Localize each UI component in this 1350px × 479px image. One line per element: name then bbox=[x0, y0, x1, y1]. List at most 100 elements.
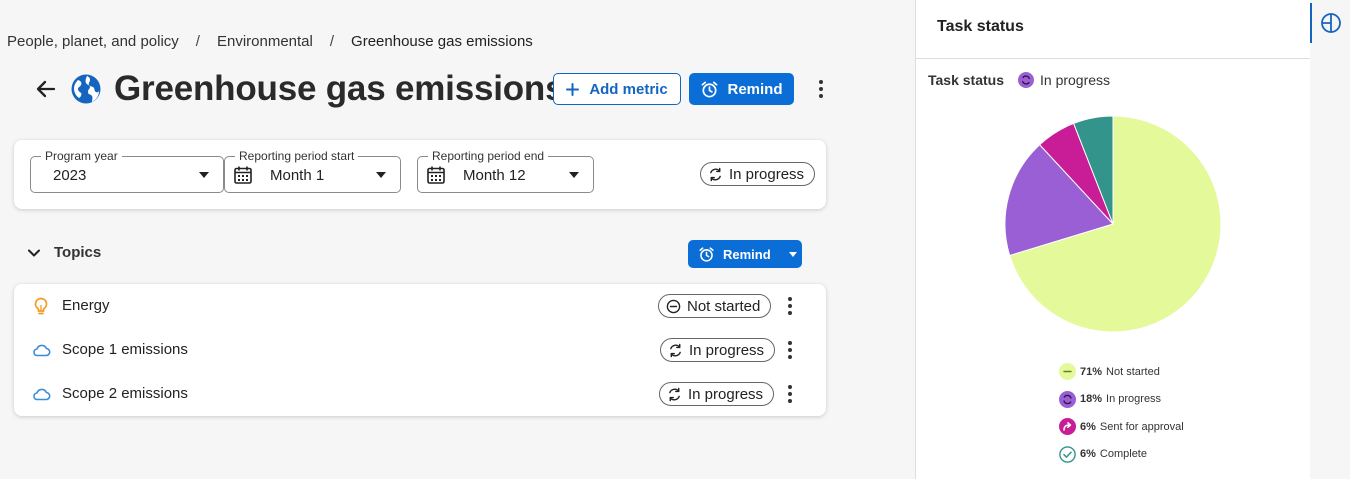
reporting-period-end-label: Reporting period end bbox=[428, 149, 549, 163]
kebab-dot bbox=[788, 355, 792, 359]
status-badge: Not started bbox=[658, 294, 772, 318]
sync-icon bbox=[670, 343, 681, 357]
caret-down-icon bbox=[376, 172, 386, 178]
globe-icon bbox=[71, 74, 101, 104]
kebab-dot bbox=[819, 80, 823, 84]
reporting-period-end-value: Month 12 bbox=[463, 167, 526, 184]
chart-legend: 71% Not started 18% In progress 6% Sent … bbox=[1059, 362, 1184, 472]
topic-more-button[interactable] bbox=[780, 292, 800, 320]
status-badge: In progress bbox=[660, 338, 776, 362]
kebab-dot bbox=[819, 94, 823, 98]
topics-toggle[interactable]: Topics bbox=[26, 244, 101, 261]
legend-item-not-started: 71% Not started bbox=[1059, 362, 1184, 381]
topic-row-scope-2-emissions[interactable]: Scope 2 emissions In progress bbox=[14, 372, 826, 416]
status-label: In progress bbox=[729, 165, 805, 183]
task-status-summary: Task status In progress bbox=[928, 72, 1110, 88]
legend-item-complete: 6% Complete bbox=[1059, 445, 1184, 464]
status-label: In progress bbox=[688, 385, 764, 403]
side-rail bbox=[1310, 0, 1350, 479]
remind-label: Remind bbox=[727, 80, 783, 98]
breadcrumb-separator: / bbox=[195, 33, 200, 50]
pie-chart-icon bbox=[1321, 13, 1341, 33]
topics-remind-label: Remind bbox=[723, 246, 771, 262]
task-status-panel-tab[interactable] bbox=[1310, 3, 1350, 43]
reporting-period-start-value: Month 1 bbox=[270, 167, 325, 184]
status-badge: In progress bbox=[659, 382, 775, 406]
chevron-down-icon bbox=[28, 249, 40, 256]
arrow-left-icon bbox=[36, 80, 56, 98]
topic-name: Scope 1 emissions bbox=[62, 341, 188, 358]
topics-remind-button[interactable]: Remind bbox=[688, 240, 802, 268]
task-status-value: In progress bbox=[1018, 72, 1110, 88]
legend-label: Sent for approval bbox=[1099, 420, 1184, 433]
legend-percent: 6% bbox=[1080, 448, 1096, 461]
program-year-select[interactable]: Program year 2023 bbox=[30, 149, 224, 193]
breadcrumb-separator: / bbox=[329, 33, 335, 50]
not-started-status-icon bbox=[1059, 363, 1076, 380]
status-label: Not started bbox=[687, 297, 761, 315]
status-label: In progress bbox=[689, 341, 765, 359]
plus-icon bbox=[566, 82, 580, 96]
main-area: People, planet, and policy / Environment… bbox=[0, 0, 914, 479]
status-badge: In progress bbox=[700, 162, 816, 186]
alarm-clock-icon bbox=[702, 81, 718, 97]
sync-icon bbox=[669, 387, 680, 401]
caret-down-icon bbox=[788, 251, 797, 257]
alarm-clock-icon bbox=[699, 246, 714, 262]
kebab-dot bbox=[788, 348, 792, 352]
topics-title: Topics bbox=[54, 244, 102, 261]
lightbulb-icon bbox=[34, 297, 48, 315]
calendar-icon bbox=[427, 166, 445, 184]
remind-button[interactable]: Remind bbox=[689, 73, 794, 105]
calendar-icon bbox=[234, 166, 252, 184]
legend-label: In progress bbox=[1106, 393, 1162, 406]
caret-down-icon bbox=[569, 172, 579, 178]
sync-icon bbox=[710, 167, 721, 181]
task-status-pie-chart bbox=[1004, 115, 1222, 333]
legend-label: Complete bbox=[1099, 448, 1147, 461]
topic-row-scope-1-emissions[interactable]: Scope 1 emissions In progress bbox=[14, 328, 826, 372]
add-metric-label: Add metric bbox=[589, 80, 668, 98]
breadcrumb-item-environmental[interactable]: Environmental bbox=[217, 33, 313, 50]
kebab-dot bbox=[788, 385, 792, 389]
breadcrumb-item-people-planet-policy[interactable]: People, planet, and policy bbox=[7, 33, 179, 50]
legend-percent: 18% bbox=[1080, 393, 1103, 406]
more-options-button[interactable] bbox=[811, 75, 831, 103]
kebab-dot bbox=[788, 304, 792, 308]
kebab-dot bbox=[788, 341, 792, 345]
legend-item-in-progress: 18% In progress bbox=[1059, 390, 1184, 409]
topic-more-button[interactable] bbox=[780, 336, 800, 364]
topic-name: Scope 2 emissions bbox=[62, 385, 188, 402]
legend-label: Not started bbox=[1106, 365, 1160, 378]
legend-percent: 6% bbox=[1080, 420, 1096, 433]
cloud-icon bbox=[33, 344, 51, 357]
kebab-dot bbox=[819, 87, 823, 91]
kebab-dot bbox=[788, 311, 792, 315]
program-year-label: Program year bbox=[41, 149, 122, 163]
topic-more-button[interactable] bbox=[780, 380, 800, 408]
kebab-dot bbox=[788, 392, 792, 396]
kebab-dot bbox=[788, 297, 792, 301]
title-row: Greenhouse gas emissions bbox=[30, 68, 565, 110]
in-progress-status-icon bbox=[1059, 390, 1076, 408]
topic-row-energy[interactable]: Energy Not started bbox=[14, 284, 826, 328]
check-circle-icon bbox=[1059, 445, 1076, 463]
reporting-period-start-select[interactable]: Reporting period start Month 1 bbox=[224, 149, 401, 193]
page-title: Greenhouse gas emissions bbox=[114, 69, 565, 108]
legend-percent: 71% bbox=[1080, 365, 1103, 378]
reporting-period-end-select[interactable]: Reporting period end Month 12 bbox=[417, 149, 594, 193]
topics-list: Energy Not started Scope 1 emissions In … bbox=[14, 284, 826, 416]
back-button[interactable] bbox=[30, 73, 62, 105]
cloud-icon bbox=[33, 388, 51, 401]
task-status-label: Task status bbox=[928, 72, 1004, 88]
share-arrow-icon bbox=[1059, 418, 1076, 436]
breadcrumb-item-current: Greenhouse gas emissions bbox=[351, 33, 533, 50]
caret-down-icon bbox=[199, 172, 209, 178]
topic-name: Energy bbox=[62, 297, 110, 314]
kebab-dot bbox=[788, 399, 792, 403]
program-year-value: 2023 bbox=[53, 167, 87, 184]
in-progress-status-icon bbox=[1018, 72, 1034, 88]
minus-circle-icon bbox=[666, 299, 681, 313]
task-status-panel-title: Task status bbox=[916, 0, 1310, 59]
add-metric-button[interactable]: Add metric bbox=[553, 73, 681, 105]
